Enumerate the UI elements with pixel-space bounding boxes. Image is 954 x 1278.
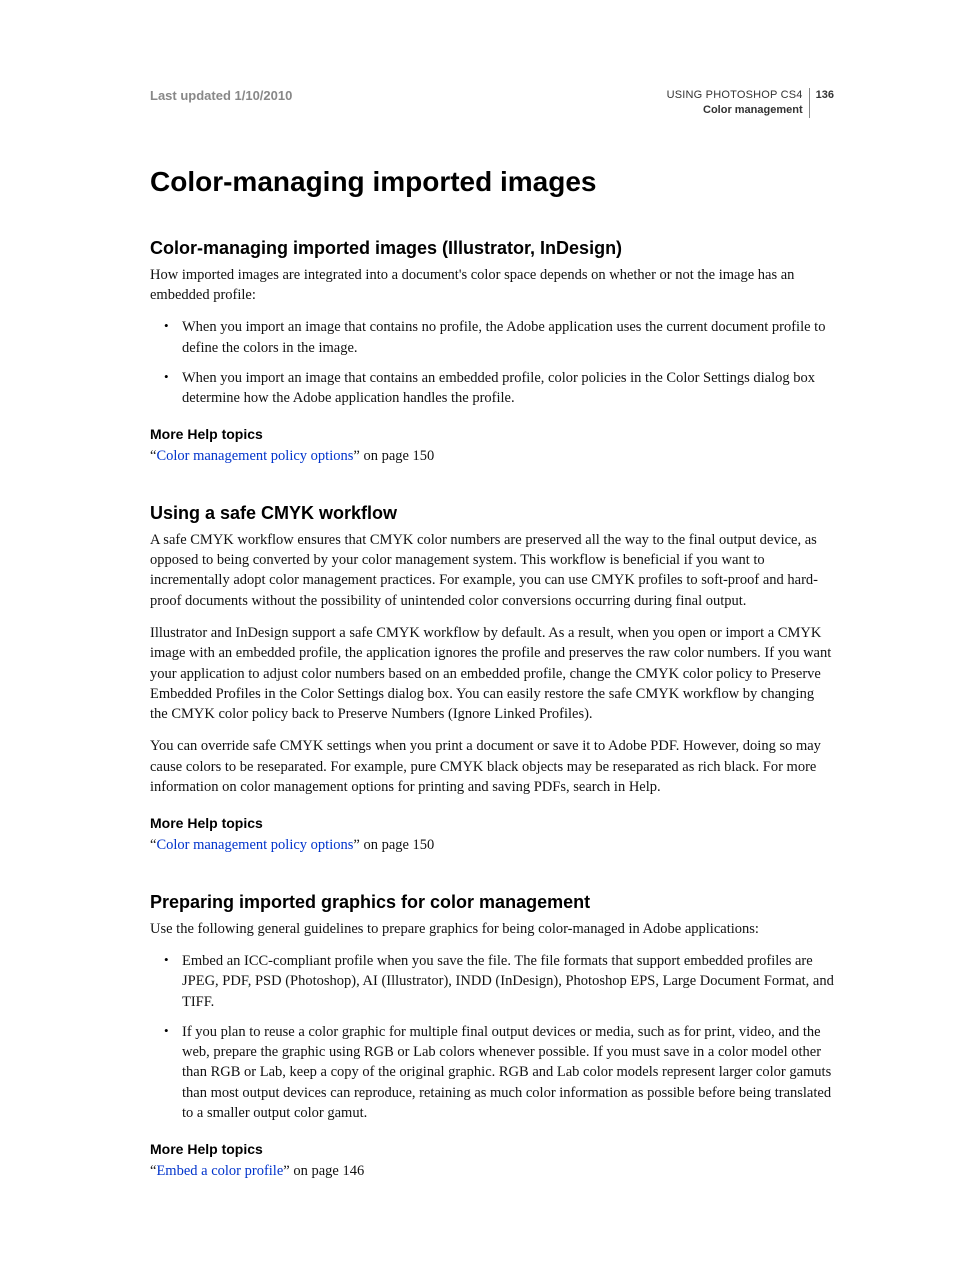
help-link[interactable]: Color management policy options <box>156 448 353 464</box>
list-item: When you import an image that contains n… <box>168 317 834 358</box>
list-item: When you import an image that contains a… <box>168 368 834 409</box>
section-importing: Color-managing imported images (Illustra… <box>150 238 834 467</box>
more-help-heading: More Help topics <box>150 815 834 831</box>
section-safe-cmyk: Using a safe CMYK workflow A safe CMYK w… <box>150 503 834 856</box>
help-suffix: on page 150 <box>360 448 435 464</box>
section-heading: Color-managing imported images (Illustra… <box>150 238 834 259</box>
help-topic-line: Color management policy options on page … <box>150 835 834 855</box>
help-suffix: on page 146 <box>290 1163 365 1179</box>
help-link[interactable]: Embed a color profile <box>156 1163 283 1179</box>
header-chapter: Color management <box>667 103 803 118</box>
page-number: 136 <box>810 88 834 103</box>
page-title: Color-managing imported images <box>150 166 834 198</box>
help-suffix: on page 150 <box>360 837 435 853</box>
header-right-text: USING PHOTOSHOP CS4 Color management <box>667 88 810 118</box>
body-paragraph: Illustrator and InDesign support a safe … <box>150 623 834 724</box>
more-help-heading: More Help topics <box>150 426 834 442</box>
help-topic-line: Color management policy options on page … <box>150 446 834 466</box>
more-help-heading: More Help topics <box>150 1141 834 1157</box>
help-link[interactable]: Color management policy options <box>156 837 353 853</box>
list-item: If you plan to reuse a color graphic for… <box>168 1022 834 1123</box>
body-paragraph: Use the following general guidelines to … <box>150 919 834 939</box>
help-topic-line: Embed a color profile on page 146 <box>150 1161 834 1181</box>
section-heading: Preparing imported graphics for color ma… <box>150 892 834 913</box>
body-paragraph: How imported images are integrated into … <box>150 265 834 306</box>
list-item: Embed an ICC-compliant profile when you … <box>168 951 834 1012</box>
last-updated: Last updated 1/10/2010 <box>150 88 292 103</box>
header-product: USING PHOTOSHOP CS4 <box>667 88 803 103</box>
section-heading: Using a safe CMYK workflow <box>150 503 834 524</box>
bullet-list: When you import an image that contains n… <box>150 317 834 408</box>
document-page: Last updated 1/10/2010 USING PHOTOSHOP C… <box>0 0 954 1278</box>
bullet-list: Embed an ICC-compliant profile when you … <box>150 951 834 1123</box>
section-preparing: Preparing imported graphics for color ma… <box>150 892 834 1182</box>
page-header: Last updated 1/10/2010 USING PHOTOSHOP C… <box>150 88 834 118</box>
body-paragraph: You can override safe CMYK settings when… <box>150 736 834 797</box>
header-right: USING PHOTOSHOP CS4 Color management 136 <box>667 88 834 118</box>
body-paragraph: A safe CMYK workflow ensures that CMYK c… <box>150 530 834 611</box>
